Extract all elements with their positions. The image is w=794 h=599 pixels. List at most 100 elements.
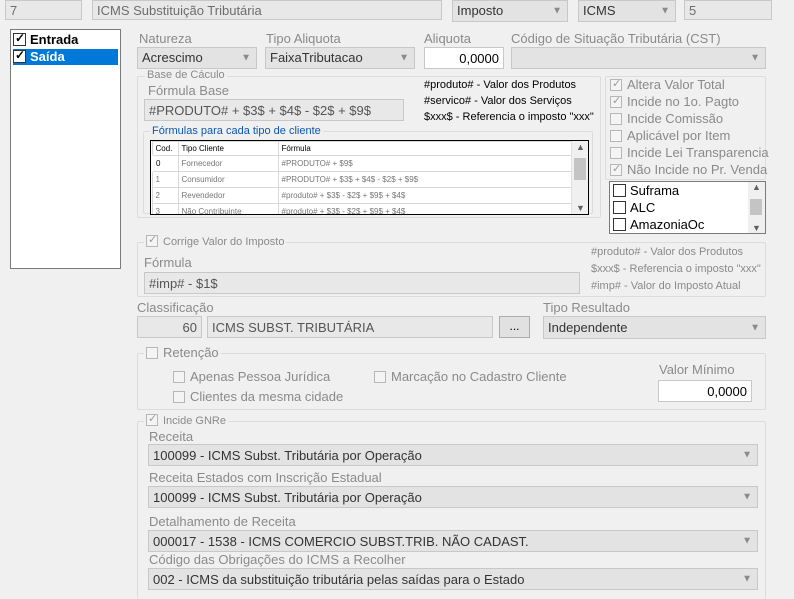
obrigacoes-value: 002 - ICMS da substituição tributária pe… <box>153 572 525 587</box>
corrige-checkbox[interactable] <box>146 233 158 247</box>
obrigacoes-select[interactable]: 002 - ICMS da substituição tributária pe… <box>148 568 758 590</box>
option-checkbox[interactable] <box>610 162 622 176</box>
formula-base-input[interactable]: #PRODUTO# + $3$ + $4$ - $2$ + $9$ <box>144 99 404 121</box>
option-checkbox[interactable] <box>374 371 386 383</box>
regions-scrollbar[interactable]: ▲ ▼ <box>748 182 765 233</box>
tipo-resultado-select[interactable]: Independente ▼ <box>543 316 766 339</box>
region-item-suframa[interactable]: Suframa <box>613 183 679 198</box>
grid-cell: #PRODUTO# + $3$ + $4$ - $2$ + $9$ <box>277 171 572 188</box>
aliquota-input[interactable]: 0,0000 <box>424 47 504 69</box>
type-select[interactable]: Imposto ▼ <box>452 0 568 22</box>
grid-cell: Consumidor <box>177 171 279 188</box>
option-nao-incide-pr-venda[interactable]: Não Incide no Pr. Venda <box>610 162 767 177</box>
cst-select[interactable]: ▼ <box>511 47 766 69</box>
grid-cell: Revendedor <box>177 187 279 204</box>
option-checkbox[interactable] <box>610 130 622 142</box>
retencao-cadastro-cliente[interactable]: Marcação no Cadastro Cliente <box>374 369 567 384</box>
corrige-legend-2: $xxx$ - Referencia o imposto "xxx" <box>591 263 761 275</box>
number-field[interactable]: 5 <box>684 0 772 20</box>
table-row[interactable]: 3 Não Contribuinte #produto# + $3$ - $2$… <box>151 203 572 214</box>
chevron-down-icon: ▼ <box>742 573 752 585</box>
classificacao-description-input[interactable]: ICMS SUBST. TRIBUTÁRIA <box>207 316 493 338</box>
scroll-up-icon[interactable]: ▲ <box>748 182 765 192</box>
grid-cell: #produto# + $3$ - $2$ + $9$ + $4$ <box>277 187 572 204</box>
option-aplicavel-por-item[interactable]: Aplicável por Item <box>610 128 730 143</box>
option-checkbox[interactable] <box>610 77 622 91</box>
receita-ie-select[interactable]: 100099 - ICMS Subst. Tributária por Oper… <box>148 486 758 508</box>
option-incide-lei-transparencia[interactable]: Incide Lei Transparencia <box>610 145 769 160</box>
grid-scrollbar[interactable]: ▲ ▼ <box>571 141 588 214</box>
scroll-up-icon[interactable]: ▲ <box>572 142 588 152</box>
grid-cell: #produto# + $3$ - $2$ + $9$ + $4$ <box>277 203 572 214</box>
gnre-checkbox-row[interactable]: Incide GNRe <box>144 412 228 427</box>
detalhamento-select[interactable]: 000017 - 1538 - ICMS COMERCIO SUBST.TRIB… <box>148 530 758 552</box>
option-incide-1o-pagto[interactable]: Incide no 1o. Pagto <box>610 94 739 109</box>
scroll-down-icon[interactable]: ▼ <box>572 203 588 213</box>
classificacao-code-input[interactable]: 60 <box>137 316 202 338</box>
receita-label: Receita <box>149 429 194 444</box>
tipo-resultado-label: Tipo Resultado <box>543 300 630 315</box>
valor-minimo-input[interactable]: 0,0000 <box>658 380 752 402</box>
grid-header-row: Cod. Tipo Cliente Fórmula <box>151 141 572 156</box>
detalhamento-label: Detalhamento de Receita <box>149 514 296 529</box>
option-checkbox[interactable] <box>173 391 185 403</box>
scroll-down-icon[interactable]: ▼ <box>748 223 765 233</box>
region-checkbox[interactable] <box>613 184 626 197</box>
table-row[interactable]: 0 Fornecedor #PRODUTO# + $9$ <box>151 155 572 172</box>
tipo-aliquota-select[interactable]: FaixaTributacao ▼ <box>265 47 415 69</box>
formula-base-label: Fórmula Base <box>148 83 229 98</box>
description-field[interactable]: ICMS Substituição Tributária <box>92 0 442 20</box>
receita-value: 100099 - ICMS Subst. Tributária por Oper… <box>153 448 422 463</box>
retencao-checkbox-row[interactable]: Retenção <box>144 345 221 360</box>
natureza-select[interactable]: Acrescimo ▼ <box>137 47 257 69</box>
gnre-checkbox[interactable] <box>146 412 158 426</box>
retencao-apenas-pj[interactable]: Apenas Pessoa Jurídica <box>173 369 330 384</box>
client-formulas-grid[interactable]: Cod. Tipo Cliente Fórmula 0 Fornecedor #… <box>150 140 589 215</box>
direction-item-entrada[interactable]: Entrada <box>13 31 118 48</box>
grid-cell: 1 <box>151 171 179 188</box>
option-label: Clientes da mesma cidade <box>190 389 344 404</box>
grid-header-formula: Fórmula <box>277 141 572 156</box>
scrollbar-thumb[interactable] <box>750 199 762 215</box>
region-checkbox[interactable] <box>613 201 626 214</box>
retencao-checkbox[interactable] <box>146 347 158 359</box>
chevron-down-icon: ▼ <box>750 52 760 64</box>
base-legend-3: $xxx$ - Referencia o imposto "xxx" <box>424 111 594 123</box>
scrollbar-thumb[interactable] <box>574 158 586 180</box>
region-checkbox[interactable] <box>613 218 626 231</box>
direction-item-label: Saída <box>30 49 65 64</box>
option-altera-valor-total[interactable]: Altera Valor Total <box>610 77 725 92</box>
chevron-down-icon: ▼ <box>742 535 752 547</box>
retencao-label: Retenção <box>163 345 219 360</box>
option-checkbox[interactable] <box>610 147 622 159</box>
grid-cell: #PRODUTO# + $9$ <box>277 155 572 172</box>
saida-checkbox[interactable] <box>13 48 26 63</box>
table-row[interactable]: 1 Consumidor #PRODUTO# + $3$ + $4$ - $2$… <box>151 171 572 188</box>
receita-select[interactable]: 100099 - ICMS Subst. Tributária por Oper… <box>148 444 758 466</box>
tax-select[interactable]: ICMS ▼ <box>578 0 676 22</box>
entrada-checkbox[interactable] <box>13 31 26 46</box>
grid-header-tipo: Tipo Cliente <box>177 141 279 156</box>
classificacao-lookup-button[interactable]: ... <box>499 316 530 338</box>
option-incide-comissao[interactable]: Incide Comissão <box>610 111 723 126</box>
direction-item-saida[interactable]: Saída <box>13 48 118 65</box>
cst-label: Código de Situação Tributária (CST) <box>511 31 721 46</box>
option-checkbox[interactable] <box>610 94 622 108</box>
corrige-formula-input[interactable]: #imp# - $1$ <box>144 272 580 294</box>
code-field[interactable]: 7 <box>5 0 82 20</box>
option-checkbox[interactable] <box>610 113 622 125</box>
retencao-mesma-cidade[interactable]: Clientes da mesma cidade <box>173 389 343 404</box>
client-formulas-title: Fórmulas para cada tipo de cliente <box>150 125 323 137</box>
tipo-aliquota-value: FaixaTributacao <box>270 50 363 65</box>
option-checkbox[interactable] <box>173 371 185 383</box>
region-item-amazoniaoc[interactable]: AmazoniaOc <box>613 217 704 232</box>
direction-list[interactable]: Entrada Saída <box>10 29 121 269</box>
option-label: Apenas Pessoa Jurídica <box>190 369 331 384</box>
table-row[interactable]: 2 Revendedor #produto# + $3$ - $2$ + $9$… <box>151 187 572 204</box>
corrige-legend-1: #produto# - Valor dos Produtos <box>591 246 744 258</box>
chevron-down-icon: ▼ <box>742 491 752 503</box>
region-item-alc[interactable]: ALC <box>613 200 655 215</box>
obrigacoes-label: Código das Obrigações do ICMS a Recolher <box>149 552 406 567</box>
regions-list[interactable]: Suframa ALC AmazoniaOc ▲ ▼ <box>609 181 766 234</box>
corrige-checkbox-row[interactable]: Corrige Valor do Imposto <box>144 233 287 248</box>
